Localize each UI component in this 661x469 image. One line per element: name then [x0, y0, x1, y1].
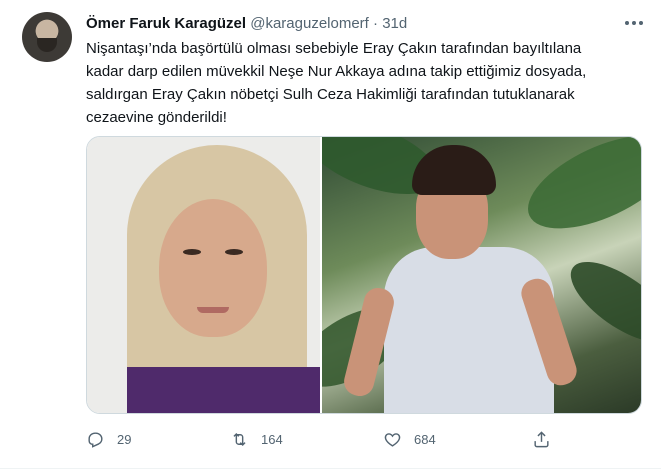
tweet-header: Ömer Faruk Karagüzel @karaguzelomerf · 3… [86, 14, 407, 34]
like-count: 684 [414, 431, 436, 447]
author-name[interactable]: Ömer Faruk Karagüzel [86, 15, 246, 32]
avatar-beard [37, 38, 57, 52]
retweet-button[interactable]: 164 [230, 428, 283, 450]
author-handle[interactable]: @karaguzelomerf [250, 15, 369, 32]
reply-icon [88, 431, 103, 448]
reply-count: 29 [117, 431, 132, 447]
tweet[interactable]: Ömer Faruk Karagüzel @karaguzelomerf · 3… [0, 0, 661, 469]
share-icon [534, 430, 549, 447]
more-icon[interactable] [622, 12, 646, 34]
tweet-text-line: kadar darp edilen müvekkil Neşe Nur Akka… [86, 63, 587, 80]
tweet-actions: 29 164 684 [86, 428, 556, 450]
tweet-text-line: cezaevine gönderildi! [86, 109, 227, 126]
retweet-icon [233, 432, 246, 446]
tweet-text: Nişantaşı’nda başörtülü olması sebebiyle… [86, 37, 626, 129]
photo-face [159, 199, 267, 337]
separator-dot: · [373, 15, 379, 32]
photo-collar [127, 367, 321, 413]
tweet-text-line: saldırgan Eray Çakın nöbetçi Sulh Ceza H… [86, 86, 575, 103]
avatar[interactable] [22, 12, 72, 62]
tweet-media [86, 136, 642, 414]
like-icon [384, 432, 401, 447]
tweet-time[interactable]: 31d [382, 15, 407, 32]
photo-woman[interactable] [87, 137, 321, 413]
tweet-text-line: Nişantaşı’nda başörtülü olması sebebiyle… [86, 40, 582, 57]
retweet-count: 164 [261, 431, 283, 447]
photo-shirt [384, 247, 555, 413]
photo-man[interactable] [322, 137, 641, 413]
like-button[interactable]: 684 [383, 428, 436, 450]
share-button[interactable] [532, 428, 551, 450]
reply-button[interactable]: 29 [86, 428, 131, 450]
